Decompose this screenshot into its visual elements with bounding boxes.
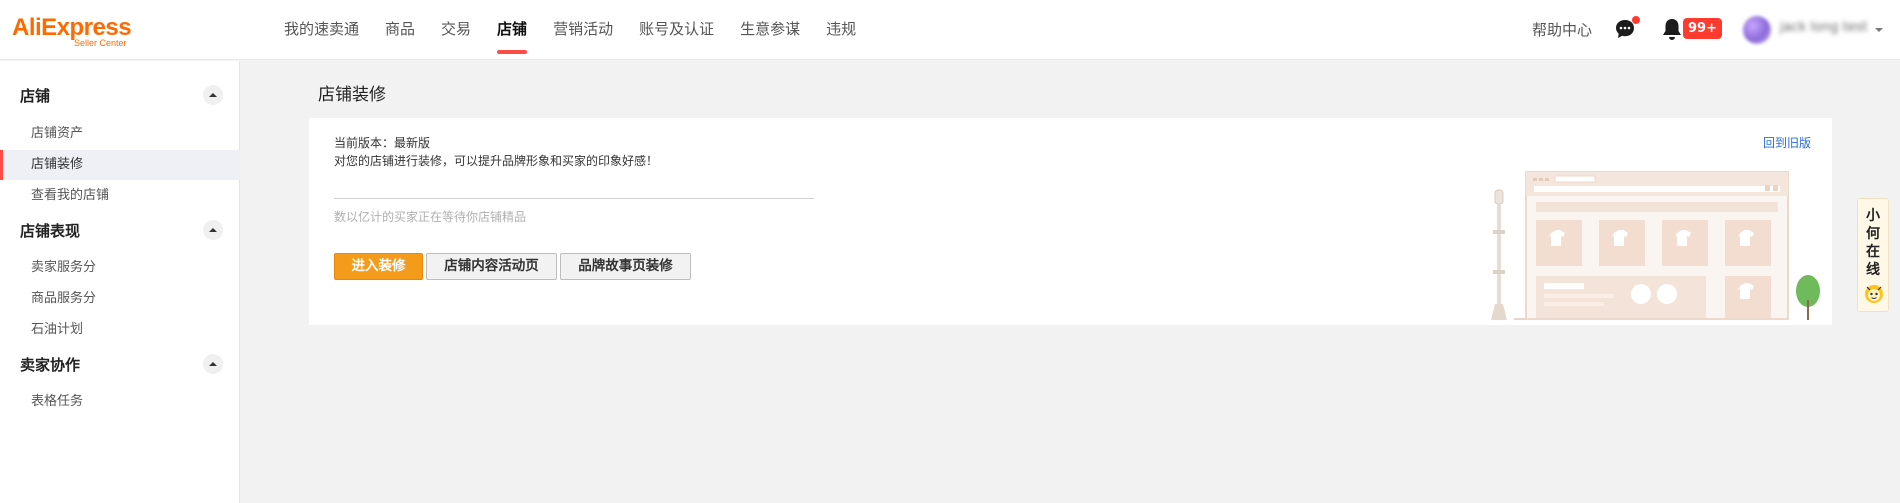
help-center-link[interactable]: 帮助中心 — [1532, 19, 1592, 40]
description-text: 对您的店铺进行装修，可以提升品牌形象和买家的印象好感！ — [334, 154, 659, 168]
chat-unread-dot — [1632, 16, 1640, 24]
sidebar-item-view-my-store[interactable]: 查看我的店铺 — [0, 181, 240, 211]
nav-store[interactable]: 店铺 — [497, 0, 528, 60]
sidebar-item-store-decoration[interactable]: 店铺装修 — [0, 150, 240, 180]
sidebar-item-seller-service-score[interactable]: 卖家服务分 — [0, 253, 240, 283]
back-to-old-version-link[interactable]: 回到旧版 — [1763, 134, 1811, 151]
storefront-illustration — [1491, 171, 1820, 320]
nav-my-aliexpress[interactable]: 我的速卖通 — [284, 0, 359, 60]
sidebar-section-title: 卖家协作 — [20, 356, 81, 374]
brand-story-decoration-button[interactable]: 品牌故事页装修 — [560, 253, 691, 280]
avatar[interactable] — [1743, 16, 1771, 44]
notification-badge: 99+ — [1683, 18, 1722, 39]
sidebar-section-collaboration[interactable]: 卖家协作 — [0, 349, 240, 379]
nav-business-advisor[interactable]: 生意参谋 — [740, 0, 800, 60]
logo-subtitle: Seller Center — [74, 38, 127, 48]
helper-label: 小何在线 — [1858, 207, 1888, 279]
collapse-toggle-icon[interactable] — [203, 354, 223, 374]
hint-text: 数以亿计的买家正在等待你店铺精品 — [334, 210, 527, 224]
username[interactable]: jack long test — [1780, 20, 1868, 35]
nav-violations[interactable]: 违规 — [826, 0, 856, 60]
sidebar-section-performance[interactable]: 店铺表现 — [0, 215, 240, 245]
sidebar-item-form-tasks[interactable]: 表格任务 — [0, 387, 240, 417]
online-helper-widget[interactable]: 小何在线 — [1857, 198, 1889, 312]
page-title: 店铺装修 — [318, 85, 386, 105]
sidebar-section-title: 店铺 — [20, 87, 51, 105]
bell-icon[interactable] — [1661, 17, 1683, 41]
aliexpress-logo[interactable]: AliExpress Seller Center — [12, 14, 132, 48]
sidebar-item-product-service-score[interactable]: 商品服务分 — [0, 284, 240, 314]
main-nav: 我的速卖通 商品 交易 店铺 营销活动 账号及认证 生意参谋 违规 — [284, 0, 882, 60]
sidebar-section-title: 店铺表现 — [20, 222, 81, 240]
sidebar-item-oil-plan[interactable]: 石油计划 — [0, 315, 240, 345]
store-content-activity-button[interactable]: 店铺内容活动页 — [426, 253, 557, 280]
nav-products[interactable]: 商品 — [385, 0, 415, 60]
collapse-toggle-icon[interactable] — [203, 220, 223, 240]
current-version-text: 当前版本：最新版 — [334, 136, 431, 150]
divider — [334, 198, 814, 199]
nav-marketing[interactable]: 营销活动 — [553, 0, 613, 60]
helper-text: 小何在线 — [1866, 208, 1880, 278]
top-header: AliExpress Seller Center 我的速卖通 商品 交易 店铺 … — [0, 0, 1900, 60]
sidebar: 店铺 店铺资产 店铺装修 查看我的店铺 店铺表现 卖家服务分 商品服务分 石油计… — [0, 61, 240, 503]
enter-decoration-button[interactable]: 进入装修 — [334, 253, 423, 280]
sidebar-item-store-assets[interactable]: 店铺资产 — [0, 119, 240, 149]
decoration-card: 当前版本：最新版 对您的店铺进行装修，可以提升品牌形象和买家的印象好感！ 数以亿… — [309, 118, 1832, 325]
chevron-down-icon[interactable] — [1874, 25, 1884, 35]
sidebar-section-store[interactable]: 店铺 — [0, 80, 240, 110]
mascot-icon — [1865, 285, 1883, 303]
nav-account[interactable]: 账号及认证 — [639, 0, 714, 60]
collapse-toggle-icon[interactable] — [203, 85, 223, 105]
nav-orders[interactable]: 交易 — [441, 0, 471, 60]
